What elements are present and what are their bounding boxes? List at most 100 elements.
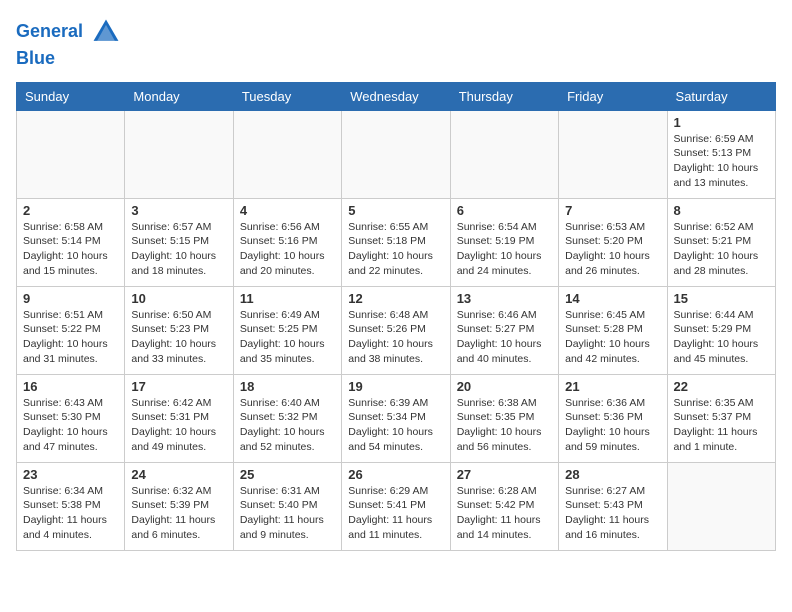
calendar-day-cell: 1 Sunrise: 6:59 AM Sunset: 5:13 PM Daylig… xyxy=(667,110,775,198)
calendar-day-cell: 6 Sunrise: 6:54 AM Sunset: 5:19 PM Daylig… xyxy=(450,198,558,286)
day-number: 5 xyxy=(348,203,443,218)
logo-blue: Blue xyxy=(16,48,122,70)
day-number: 19 xyxy=(348,379,443,394)
day-number: 18 xyxy=(240,379,335,394)
day-number: 3 xyxy=(131,203,226,218)
day-of-week-header: Thursday xyxy=(450,82,558,110)
calendar-day-cell: 24 Sunrise: 6:32 AM Sunset: 5:39 PM Dayli… xyxy=(125,462,233,550)
calendar-day-cell: 10 Sunrise: 6:50 AM Sunset: 5:23 PM Dayli… xyxy=(125,286,233,374)
day-info: Sunrise: 6:32 AM Sunset: 5:39 PM Dayligh… xyxy=(131,484,226,543)
day-number: 8 xyxy=(674,203,769,218)
calendar-day-cell: 26Sunrise: 6:29 AM Sunset: 5:41 PM Dayli… xyxy=(342,462,450,550)
calendar-day-cell: 11 Sunrise: 6:49 AM Sunset: 5:25 PM Dayli… xyxy=(233,286,341,374)
calendar-day-cell: 28 Sunrise: 6:27 AM Sunset: 5:43 PM Dayli… xyxy=(559,462,667,550)
day-number: 28 xyxy=(565,467,660,482)
calendar-day-cell: 9 Sunrise: 6:51 AM Sunset: 5:22 PM Daylig… xyxy=(17,286,125,374)
day-info: Sunrise: 6:44 AM Sunset: 5:29 PM Dayligh… xyxy=(674,308,769,367)
calendar-week-row: 23 Sunrise: 6:34 AM Sunset: 5:38 PM Dayli… xyxy=(17,462,776,550)
day-number: 6 xyxy=(457,203,552,218)
day-number: 22 xyxy=(674,379,769,394)
day-number: 26 xyxy=(348,467,443,482)
calendar-day-cell: 12Sunrise: 6:48 AM Sunset: 5:26 PM Dayli… xyxy=(342,286,450,374)
day-info: Sunrise: 6:52 AM Sunset: 5:21 PM Dayligh… xyxy=(674,220,769,279)
day-number: 20 xyxy=(457,379,552,394)
day-number: 7 xyxy=(565,203,660,218)
calendar-day-cell: 17 Sunrise: 6:42 AM Sunset: 5:31 PM Dayli… xyxy=(125,374,233,462)
calendar-week-row: 9 Sunrise: 6:51 AM Sunset: 5:22 PM Daylig… xyxy=(17,286,776,374)
logo: General Blue xyxy=(16,16,122,70)
day-number: 12 xyxy=(348,291,443,306)
calendar-day-cell: 20 Sunrise: 6:38 AM Sunset: 5:35 PM Dayli… xyxy=(450,374,558,462)
calendar-day-cell: 19 Sunrise: 6:39 AM Sunset: 5:34 PM Dayli… xyxy=(342,374,450,462)
day-number: 4 xyxy=(240,203,335,218)
day-info: Sunrise: 6:31 AM Sunset: 5:40 PM Dayligh… xyxy=(240,484,335,543)
day-info: Sunrise: 6:39 AM Sunset: 5:34 PM Dayligh… xyxy=(348,396,443,455)
calendar-day-cell: 22 Sunrise: 6:35 AM Sunset: 5:37 PM Dayli… xyxy=(667,374,775,462)
day-number: 15 xyxy=(674,291,769,306)
day-info: Sunrise: 6:56 AM Sunset: 5:16 PM Dayligh… xyxy=(240,220,335,279)
calendar-week-row: 2 Sunrise: 6:58 AM Sunset: 5:14 PM Daylig… xyxy=(17,198,776,286)
day-number: 14 xyxy=(565,291,660,306)
day-number: 10 xyxy=(131,291,226,306)
calendar-day-cell: 21 Sunrise: 6:36 AM Sunset: 5:36 PM Dayli… xyxy=(559,374,667,462)
calendar-day-cell: 4 Sunrise: 6:56 AM Sunset: 5:16 PM Daylig… xyxy=(233,198,341,286)
calendar-day-cell xyxy=(559,110,667,198)
calendar-day-cell xyxy=(342,110,450,198)
day-info: Sunrise: 6:40 AM Sunset: 5:32 PM Dayligh… xyxy=(240,396,335,455)
calendar-day-cell: 15 Sunrise: 6:44 AM Sunset: 5:29 PM Dayli… xyxy=(667,286,775,374)
day-info: Sunrise: 6:38 AM Sunset: 5:35 PM Dayligh… xyxy=(457,396,552,455)
calendar-header-row: SundayMondayTuesdayWednesdayThursdayFrid… xyxy=(17,82,776,110)
calendar-day-cell: 25 Sunrise: 6:31 AM Sunset: 5:40 PM Dayli… xyxy=(233,462,341,550)
day-info: Sunrise: 6:34 AM Sunset: 5:38 PM Dayligh… xyxy=(23,484,118,543)
calendar-day-cell: 13Sunrise: 6:46 AM Sunset: 5:27 PM Dayli… xyxy=(450,286,558,374)
day-of-week-header: Tuesday xyxy=(233,82,341,110)
calendar-day-cell: 23 Sunrise: 6:34 AM Sunset: 5:38 PM Dayli… xyxy=(17,462,125,550)
calendar-day-cell: 14 Sunrise: 6:45 AM Sunset: 5:28 PM Dayli… xyxy=(559,286,667,374)
day-info: Sunrise: 6:28 AM Sunset: 5:42 PM Dayligh… xyxy=(457,484,552,543)
day-info: Sunrise: 6:57 AM Sunset: 5:15 PM Dayligh… xyxy=(131,220,226,279)
day-number: 27 xyxy=(457,467,552,482)
day-number: 17 xyxy=(131,379,226,394)
page-header: General Blue xyxy=(16,16,776,70)
day-info: Sunrise: 6:36 AM Sunset: 5:36 PM Dayligh… xyxy=(565,396,660,455)
day-number: 25 xyxy=(240,467,335,482)
calendar-day-cell: 8 Sunrise: 6:52 AM Sunset: 5:21 PM Daylig… xyxy=(667,198,775,286)
day-number: 2 xyxy=(23,203,118,218)
calendar-day-cell: 16Sunrise: 6:43 AM Sunset: 5:30 PM Dayli… xyxy=(17,374,125,462)
day-info: Sunrise: 6:53 AM Sunset: 5:20 PM Dayligh… xyxy=(565,220,660,279)
day-number: 1 xyxy=(674,115,769,130)
day-info: Sunrise: 6:51 AM Sunset: 5:22 PM Dayligh… xyxy=(23,308,118,367)
day-info: Sunrise: 6:49 AM Sunset: 5:25 PM Dayligh… xyxy=(240,308,335,367)
day-info: Sunrise: 6:27 AM Sunset: 5:43 PM Dayligh… xyxy=(565,484,660,543)
day-of-week-header: Sunday xyxy=(17,82,125,110)
day-info: Sunrise: 6:55 AM Sunset: 5:18 PM Dayligh… xyxy=(348,220,443,279)
day-of-week-header: Friday xyxy=(559,82,667,110)
day-info: Sunrise: 6:35 AM Sunset: 5:37 PM Dayligh… xyxy=(674,396,769,455)
day-number: 23 xyxy=(23,467,118,482)
logo-icon xyxy=(90,16,122,48)
calendar-week-row: 16Sunrise: 6:43 AM Sunset: 5:30 PM Dayli… xyxy=(17,374,776,462)
day-number: 9 xyxy=(23,291,118,306)
day-number: 24 xyxy=(131,467,226,482)
calendar-day-cell: 2 Sunrise: 6:58 AM Sunset: 5:14 PM Daylig… xyxy=(17,198,125,286)
day-info: Sunrise: 6:58 AM Sunset: 5:14 PM Dayligh… xyxy=(23,220,118,279)
calendar-day-cell: 7 Sunrise: 6:53 AM Sunset: 5:20 PM Daylig… xyxy=(559,198,667,286)
day-number: 13 xyxy=(457,291,552,306)
calendar-table: SundayMondayTuesdayWednesdayThursdayFrid… xyxy=(16,82,776,551)
day-number: 11 xyxy=(240,291,335,306)
calendar-day-cell xyxy=(233,110,341,198)
day-info: Sunrise: 6:45 AM Sunset: 5:28 PM Dayligh… xyxy=(565,308,660,367)
calendar-day-cell xyxy=(17,110,125,198)
day-info: Sunrise: 6:42 AM Sunset: 5:31 PM Dayligh… xyxy=(131,396,226,455)
calendar-day-cell: 18 Sunrise: 6:40 AM Sunset: 5:32 PM Dayli… xyxy=(233,374,341,462)
day-info: Sunrise: 6:54 AM Sunset: 5:19 PM Dayligh… xyxy=(457,220,552,279)
calendar-day-cell: 5 Sunrise: 6:55 AM Sunset: 5:18 PM Daylig… xyxy=(342,198,450,286)
day-info: Sunrise: 6:50 AM Sunset: 5:23 PM Dayligh… xyxy=(131,308,226,367)
calendar-day-cell: 3 Sunrise: 6:57 AM Sunset: 5:15 PM Daylig… xyxy=(125,198,233,286)
day-of-week-header: Saturday xyxy=(667,82,775,110)
day-info: Sunrise: 6:59 AM Sunset: 5:13 PM Dayligh… xyxy=(674,132,769,191)
logo-text: General xyxy=(16,16,122,48)
day-of-week-header: Wednesday xyxy=(342,82,450,110)
calendar-day-cell xyxy=(125,110,233,198)
day-number: 21 xyxy=(565,379,660,394)
